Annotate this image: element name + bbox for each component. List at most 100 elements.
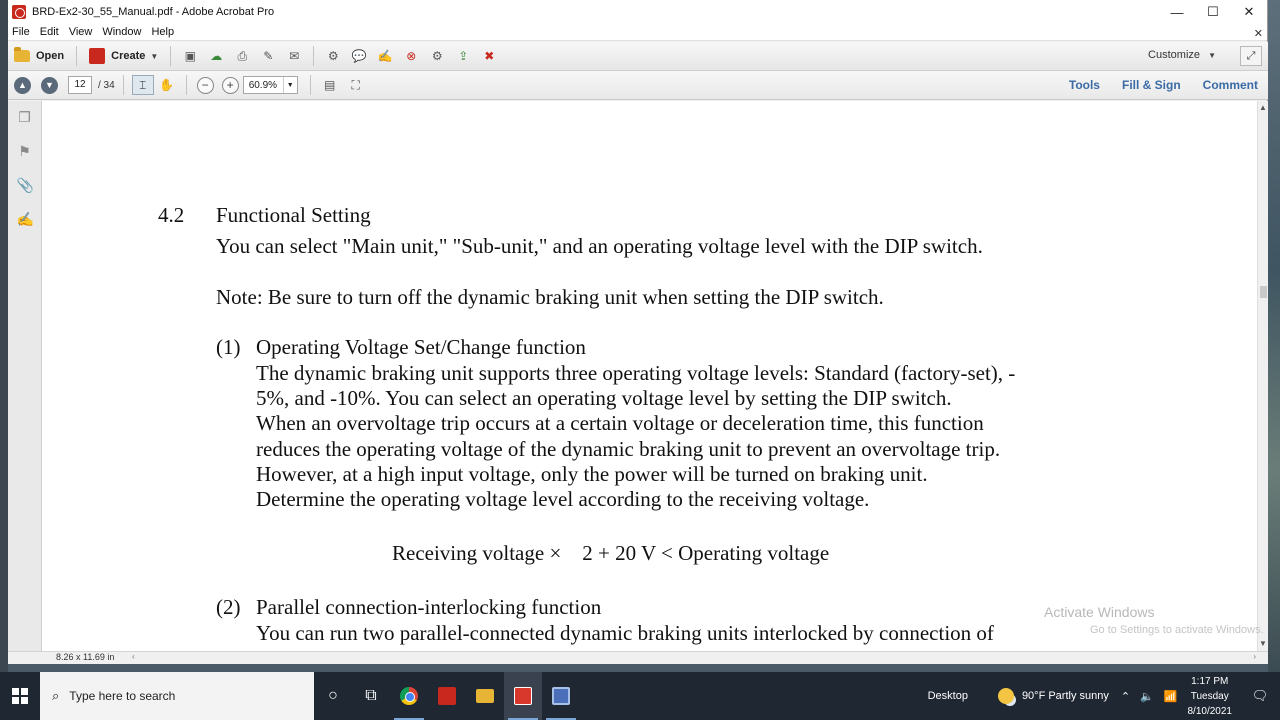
item2-title: Parallel connection-interlocking functio… (256, 595, 602, 619)
previous-page-icon[interactable]: ▲ (14, 76, 31, 94)
search-placeholder: Type here to search (69, 689, 176, 703)
desktop-background-right (1268, 0, 1280, 672)
full-screen-icon[interactable]: ⛶ (348, 77, 364, 93)
toolbar-separator (170, 46, 172, 66)
close-button[interactable]: ✕ (1231, 0, 1267, 24)
task-panes: Tools Fill & Sign Comment (1047, 78, 1258, 92)
signatures-icon[interactable]: ✍ (17, 211, 34, 227)
chrome-icon (400, 687, 418, 705)
page-total: / 34 (98, 79, 115, 91)
menu-bar: File Edit View Window Help (8, 24, 1267, 41)
document-close-button[interactable]: ✕ (1254, 27, 1263, 40)
select-tool-icon[interactable]: ⌶ (131, 75, 154, 95)
maximize-button[interactable]: ☐ (1195, 0, 1231, 24)
settings-icon[interactable]: ⚙ (429, 48, 445, 64)
system-tray: Desktop 90°F Partly sunny ⌃ 🔈 📶 1:17 PM … (928, 672, 1280, 720)
scrollbar-thumb[interactable] (1260, 286, 1267, 298)
zoom-level-select[interactable]: 60.9% ▼ (242, 76, 298, 94)
page-thumbnails-icon[interactable]: ❐ (17, 109, 33, 125)
fill-sign-pane-button[interactable]: Fill & Sign (1122, 78, 1181, 92)
edit-icon[interactable]: ✎ (260, 48, 276, 64)
chevron-up-icon[interactable]: ⌃ (1121, 690, 1130, 703)
windows-logo-icon (12, 688, 28, 704)
partly-sunny-icon (997, 688, 1014, 704)
toolbar-separator (313, 46, 315, 66)
chevron-down-icon[interactable]: ▼ (282, 77, 297, 93)
scroll-right-icon[interactable]: › (1253, 652, 1256, 661)
menu-edit[interactable]: Edit (40, 26, 59, 38)
taskbar-search[interactable]: ⌕ Type here to search (40, 672, 314, 720)
upload-icon[interactable]: ☁ (208, 48, 224, 64)
item2-number: (2) (216, 595, 241, 619)
expand-icon[interactable]: ⤢ (1240, 46, 1262, 66)
acrobat-pro-taskbar-icon[interactable] (504, 672, 542, 720)
search-icon: ⌕ (52, 688, 60, 703)
acrobat-app-icon (12, 5, 26, 19)
fit-page-icon[interactable]: ▤ (322, 77, 338, 93)
menu-help[interactable]: Help (151, 26, 174, 38)
section-title: Functional Setting (216, 203, 371, 227)
toolbar-separator (309, 75, 311, 95)
navigation-toolbar: ▲ ▼ 12 / 34 ⌶ ✋ − + 60.9% ▼ ▤ ⛶ Tools Fi… (8, 71, 1268, 100)
bookmarks-icon[interactable]: ⚑ (17, 143, 33, 159)
title-bar: BRD-Ex2-30_55_Manual.pdf - Adobe Acrobat… (8, 0, 1267, 24)
sign-icon[interactable]: ✍ (377, 48, 393, 64)
weather-text: 90°F Partly sunny (1021, 690, 1109, 702)
clock[interactable]: 1:17 PM Tuesday 8/10/2021 (1188, 674, 1233, 719)
next-page-icon[interactable]: ▼ (41, 76, 58, 94)
email-icon[interactable]: ✉ (286, 48, 302, 64)
menu-file[interactable]: File (12, 26, 30, 38)
save-icon[interactable]: ▣ (182, 48, 198, 64)
item1-line: Determine the operating voltage level ac… (256, 487, 870, 511)
item1-line: When an overvoltage trip occurs at a cer… (256, 411, 984, 435)
hand-tool-icon[interactable]: ✋ (159, 77, 175, 93)
page-number-input[interactable]: 12 (68, 76, 92, 94)
vertical-scrollbar[interactable]: ▲ ▼ (1257, 101, 1268, 651)
gear-icon[interactable]: ⚙ (325, 48, 341, 64)
network-icon[interactable]: 📶 (1164, 690, 1178, 703)
delete-icon[interactable]: ✖ (481, 48, 497, 64)
document-view[interactable]: 4.2 Functional Setting You can select "M… (42, 101, 1257, 651)
comment-icon[interactable]: 💬 (351, 48, 367, 64)
minimize-button[interactable]: — (1159, 0, 1195, 24)
create-pdf-icon (89, 48, 106, 64)
tools-pane-button[interactable]: Tools (1069, 78, 1100, 92)
customize-label: Customize (1148, 49, 1201, 61)
item1-number: (1) (216, 335, 241, 359)
zoom-out-icon[interactable]: − (196, 76, 214, 94)
weather-widget[interactable]: 90°F Partly sunny (997, 688, 1109, 704)
open-button[interactable]: Open (8, 45, 70, 67)
main-toolbar: Open Create ▼ ▣ ☁ ⎙ ✎ ✉ ⚙ 💬 ✍ ⊗ ⚙ ⇪ ✖ Cu… (8, 42, 1268, 71)
export-icon[interactable]: ⇪ (455, 48, 471, 64)
stamp-icon[interactable]: ⊗ (403, 48, 419, 64)
scroll-left-icon[interactable]: ‹ (132, 652, 135, 661)
comment-pane-button[interactable]: Comment (1203, 78, 1258, 92)
task-view-icon[interactable]: ⧉ (352, 672, 390, 720)
menu-view[interactable]: View (69, 26, 93, 38)
scroll-up-icon[interactable]: ▲ (1259, 103, 1267, 112)
clock-day: Tuesday (1190, 690, 1229, 702)
cortana-icon[interactable]: ○ (314, 672, 352, 720)
section-number: 4.2 (158, 203, 185, 227)
menu-window[interactable]: Window (102, 26, 141, 38)
acrobat-window: BRD-Ex2-30_55_Manual.pdf - Adobe Acrobat… (8, 0, 1268, 664)
notifications-icon[interactable]: 🗨 (1246, 688, 1274, 704)
start-button[interactable] (0, 672, 40, 720)
chrome-taskbar-icon[interactable] (390, 672, 428, 720)
customize-menu[interactable]: Customize ▼ (1148, 49, 1216, 61)
zoom-in-icon[interactable]: + (221, 76, 239, 94)
print-icon[interactable]: ⎙ (234, 48, 250, 64)
window-title: BRD-Ex2-30_55_Manual.pdf - Adobe Acrobat… (32, 6, 275, 18)
acrobat-reader-taskbar-icon[interactable] (428, 672, 466, 720)
attachments-icon[interactable]: 📎 (17, 177, 34, 193)
formula: Receiving voltage × 2 + 20 V < Operating… (392, 541, 830, 565)
save-app-taskbar-icon[interactable] (542, 672, 580, 720)
toolbar-separator (185, 75, 187, 95)
desktop-toolbar-label[interactable]: Desktop (928, 690, 968, 702)
acrobat-pro-icon (514, 687, 532, 705)
scroll-down-icon[interactable]: ▼ (1259, 639, 1267, 648)
create-button[interactable]: Create ▼ (83, 45, 164, 67)
file-explorer-taskbar-icon[interactable] (466, 672, 504, 720)
floppy-icon (552, 687, 570, 705)
speaker-icon[interactable]: 🔈 (1140, 690, 1154, 703)
